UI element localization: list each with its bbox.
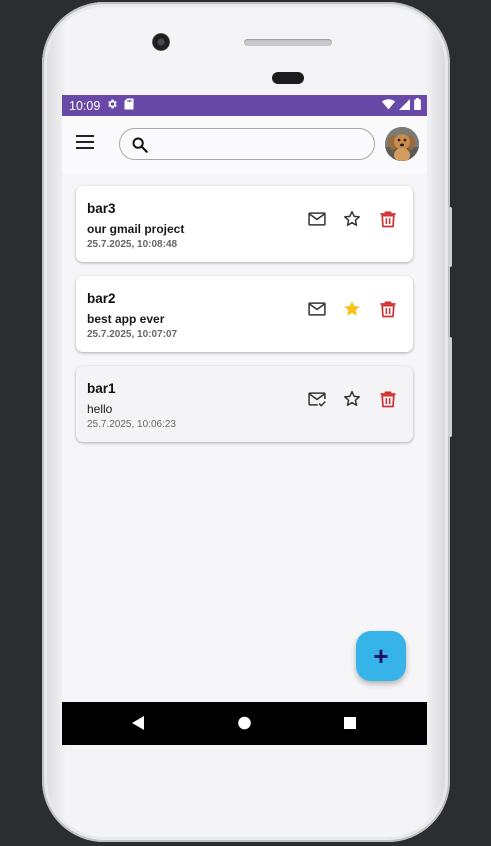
earpiece-speaker <box>244 39 332 46</box>
sd-card-icon <box>124 98 134 113</box>
delete-icon[interactable] <box>378 389 402 413</box>
status-bar: 10:09 <box>62 95 427 116</box>
search-bar[interactable] <box>119 128 375 160</box>
message-title: bar2 <box>87 291 116 306</box>
message-card[interactable]: bar3 our gmail project 25.7.2025, 10:08:… <box>76 186 413 262</box>
message-title: bar3 <box>87 201 116 216</box>
message-date: 25.7.2025, 10:06:23 <box>87 419 176 430</box>
system-nav-bar <box>62 702 427 745</box>
recents-icon[interactable] <box>343 715 357 736</box>
search-icon <box>131 136 149 159</box>
message-date: 25.7.2025, 10:08:48 <box>87 239 178 250</box>
phone-screen: 10:09 bar3 our gmail project 25.7.2025, … <box>62 95 427 745</box>
message-body: our gmail project <box>87 222 185 236</box>
message-body: best app ever <box>87 312 165 326</box>
delete-icon[interactable] <box>378 209 402 233</box>
volume-button <box>448 207 452 267</box>
home-icon[interactable] <box>237 715 252 736</box>
mail-unread-icon[interactable] <box>307 299 331 323</box>
signal-icon <box>399 98 410 113</box>
status-time: 10:09 <box>69 98 101 113</box>
message-date: 25.7.2025, 10:07:07 <box>87 329 178 340</box>
front-camera <box>152 33 170 51</box>
puppy-avatar-image <box>385 127 419 161</box>
message-title: bar1 <box>87 381 116 396</box>
wifi-icon <box>382 98 395 113</box>
message-card[interactable]: bar2 best app ever 25.7.2025, 10:07:07 <box>76 276 413 352</box>
message-list: bar3 our gmail project 25.7.2025, 10:08:… <box>76 186 413 456</box>
hamburger-menu-icon[interactable] <box>76 135 98 153</box>
message-card[interactable]: bar1 hello 25.7.2025, 10:06:23 <box>76 366 413 442</box>
star-outline-icon[interactable] <box>342 389 366 413</box>
delete-icon[interactable] <box>378 299 402 323</box>
proximity-sensor <box>272 72 304 84</box>
search-input[interactable] <box>158 133 367 157</box>
mail-unread-icon[interactable] <box>307 209 331 233</box>
power-button <box>448 337 452 437</box>
plus-icon: + <box>373 641 389 671</box>
app-bar <box>62 116 427 173</box>
message-body: hello <box>87 402 113 416</box>
star-outline-icon[interactable] <box>342 209 366 233</box>
back-icon[interactable] <box>131 715 145 736</box>
gear-icon <box>106 98 118 113</box>
battery-icon <box>414 98 421 113</box>
star-filled-icon[interactable] <box>342 299 366 323</box>
compose-fab-button[interactable]: + <box>356 631 406 681</box>
avatar[interactable] <box>385 127 419 161</box>
mail-read-icon[interactable] <box>307 389 331 413</box>
